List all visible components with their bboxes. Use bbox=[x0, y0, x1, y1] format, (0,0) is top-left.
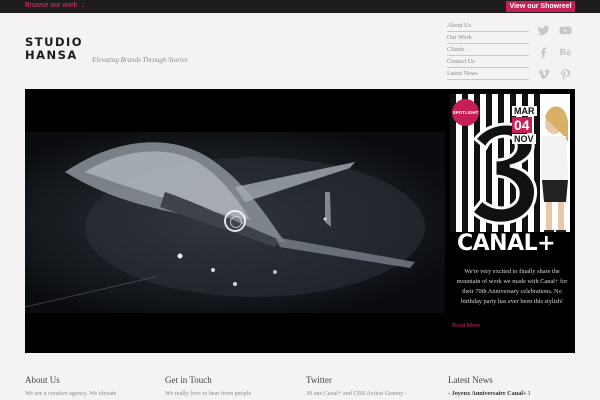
footer-about-title: About Us bbox=[25, 375, 60, 385]
spotlight-badge: SPOTLIGHT bbox=[452, 99, 479, 126]
studio-hansa-logo[interactable]: STUDIO HANSA bbox=[25, 36, 83, 62]
play-icon[interactable] bbox=[224, 210, 246, 232]
footer-contact-text: We really love to hear from people bbox=[165, 390, 252, 397]
browse-our-work-link[interactable]: Browse our work ↓ bbox=[25, 2, 85, 9]
logo-line-2: HANSA bbox=[25, 48, 78, 62]
read-more-link[interactable]: Read More bbox=[452, 322, 480, 329]
nav-item-about-us[interactable]: About Us bbox=[447, 20, 529, 32]
footer-news: Latest News - Joyeux Anniversaire Canal+… bbox=[448, 375, 578, 397]
vimeo-icon[interactable] bbox=[537, 68, 550, 81]
nav-item-clients[interactable]: Clients bbox=[447, 44, 529, 56]
nav-item-contact-us[interactable]: Contact Us bbox=[447, 56, 529, 68]
spotlight-description: We're very excited to finally share the … bbox=[456, 268, 568, 305]
showreel-button[interactable]: View our Showreel bbox=[506, 1, 575, 12]
facebook-icon[interactable] bbox=[537, 46, 550, 59]
canal-plus-logo: CANAL+ bbox=[457, 231, 556, 256]
twitter-icon[interactable] bbox=[537, 24, 550, 37]
featured-showcase: SPOTLIGHT MAR 04 NOV CANAL+ We're very e… bbox=[25, 89, 575, 353]
behance-icon[interactable] bbox=[559, 46, 572, 59]
footer-news-item[interactable]: - Joyeux Anniversaire Canal+ ! bbox=[448, 390, 578, 397]
footer-about-text: We are a creative agency. We elevate bbox=[25, 390, 117, 397]
footer-about: About Us We are a creative agency. We el… bbox=[25, 375, 155, 397]
footer-twitter: Twitter 30 ans Canal+ and CBS Action Gra… bbox=[306, 375, 436, 397]
footer-tweet[interactable]: 30 ans Canal+ and CBS Action Granny - bbox=[306, 390, 436, 397]
date-month-bottom: NOV bbox=[512, 134, 536, 144]
top-bar: Browse our work ↓ View our Showreel bbox=[0, 0, 600, 13]
video-player[interactable] bbox=[25, 132, 445, 313]
tagline: Elevating Brands Through Stories bbox=[92, 56, 188, 64]
footer-contact-title: Get in Touch bbox=[165, 375, 212, 385]
main-nav: About Us Our Work Clients Contact Us Lat… bbox=[447, 20, 529, 80]
footer-news-title: Latest News bbox=[448, 375, 493, 385]
pinterest-icon[interactable] bbox=[559, 68, 572, 81]
date-number: 04 bbox=[512, 117, 532, 133]
footer-contact: Get in Touch We really love to hear from… bbox=[165, 375, 295, 397]
youtube-icon[interactable] bbox=[559, 24, 572, 37]
nav-item-latest-news[interactable]: Latest News bbox=[447, 68, 529, 80]
nav-item-our-work[interactable]: Our Work bbox=[447, 32, 529, 44]
arrow-down-icon: ↓ bbox=[81, 2, 85, 9]
footer-twitter-title: Twitter bbox=[306, 375, 332, 385]
date-month-top: MAR bbox=[512, 106, 537, 116]
browse-label: Browse our work bbox=[25, 2, 78, 9]
